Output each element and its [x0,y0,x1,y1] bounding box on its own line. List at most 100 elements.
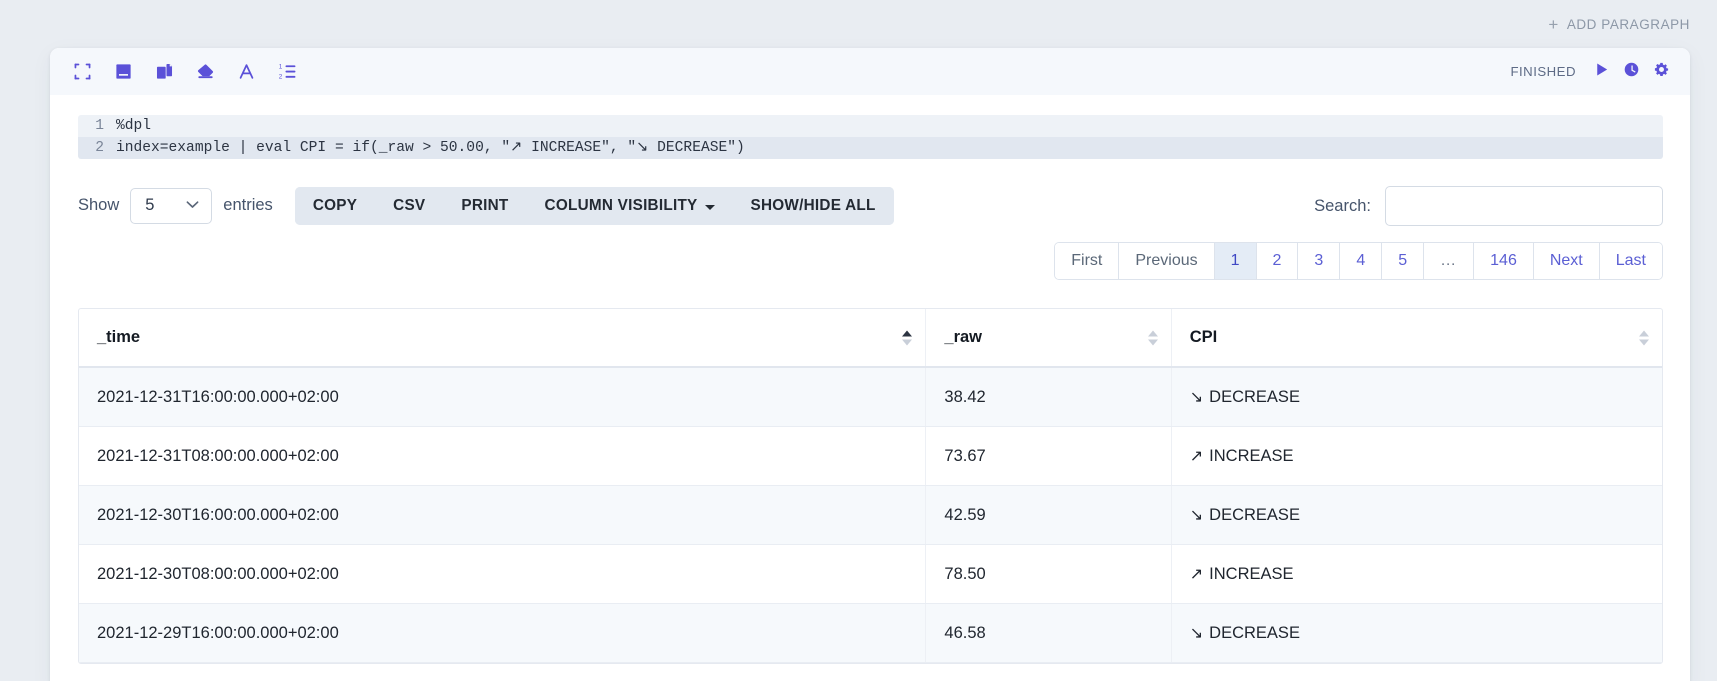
column-header-cpi[interactable]: CPI [1170,309,1662,368]
pagination-item-2[interactable]: 2 [1256,243,1299,279]
schedule-button[interactable] [1623,61,1640,83]
add-paragraph-button[interactable]: + ADD PARAGRAPH [1548,16,1690,33]
ordered-list-icon-button[interactable]: 1 2 [272,56,303,87]
table-button-copy[interactable]: COPY [294,187,376,225]
status-badge: FINISHED [1510,64,1576,79]
clock-icon [1623,61,1640,83]
arrow-down-right-icon: ↘ [1189,625,1204,642]
column-header-raw[interactable]: _raw [925,309,1172,368]
table-button-label: COLUMN VISIBILITY [544,197,698,214]
pagination-item-last[interactable]: Last [1599,243,1662,279]
line-number: 2 [95,140,104,156]
cell-raw: 38.42 [925,367,1172,427]
results-table: _time _raw CPI 2021-12-31T16:00:00.000+0… [79,309,1662,663]
cpi-label: INCREASE [1209,565,1294,583]
pagination-item-: … [1424,243,1475,279]
table-button-column-visibility[interactable]: COLUMN VISIBILITY [526,187,733,225]
plus-icon: + [1548,14,1559,34]
cell-cpi: ↘ DECREASE [1170,603,1662,663]
table-row: 2021-12-31T08:00:00.000+02:00 73.67 ↗ INCRE… [79,426,1662,486]
paragraph-status-group: FINISHED [1510,61,1670,83]
book-icon [114,62,133,81]
play-icon [1593,61,1610,83]
svg-text:1: 1 [279,64,283,71]
code-text: %dpl [116,118,152,134]
table-button-label: COPY [312,197,358,214]
table-button-show-hide-all[interactable]: SHOW/HIDE ALL [732,187,894,225]
cpi-label: DECREASE [1209,506,1300,524]
run-paragraph-button[interactable] [1593,61,1610,83]
cell-raw: 73.67 [925,426,1172,486]
table-button-label: CSV [393,197,426,214]
table-header-row: _time _raw CPI [79,309,1662,368]
pagination-item-146[interactable]: 146 [1474,243,1534,279]
code-text: index=example | eval CPI = if(_raw > 50.… [116,140,745,156]
sort-ascending-icon [902,330,913,345]
search-input[interactable] [1385,186,1663,226]
ordered-list-icon: 1 2 [278,62,297,81]
add-paragraph-label: ADD PARAGRAPH [1566,16,1690,32]
copy-icon-button[interactable] [149,56,180,87]
cell-cpi: ↗ INCREASE [1170,426,1662,486]
cell-raw: 42.59 [925,485,1172,545]
table-button-label: SHOW/HIDE ALL [750,197,876,214]
code-line[interactable]: 2 index=example | eval CPI = if(_raw > 5… [78,137,1663,159]
table-row: 2021-12-29T16:00:00.000+02:00 46.58 ↘ DECRE… [79,603,1662,663]
table-export-buttons: COPY CSV PRINT COLUMN VISIBILITY SHOW/HIDE A… [294,187,894,225]
code-editor[interactable]: 1 %dpl 2 index=example | eval CPI = if(_… [78,115,1663,159]
table-row: 2021-12-31T16:00:00.000+02:00 38.42 ↘ DECRE… [79,367,1662,427]
pagination-item-first[interactable]: First [1055,243,1120,279]
column-header-time-label: _time [97,328,141,346]
arrow-down-right-icon: ↘ [1189,507,1204,524]
table-controls: Show 5102550100 entries COPY CSV PRINT COLU… [78,186,1663,226]
cell-time: 2021-12-31T16:00:00.000+02:00 [79,367,926,427]
pagination-item-5[interactable]: 5 [1382,243,1425,279]
pagination-item-previous[interactable]: Previous [1119,243,1215,279]
book-icon-button[interactable] [108,56,139,87]
cpi-label: DECREASE [1209,624,1300,642]
column-header-raw-label: _raw [944,328,983,346]
table-head: _time _raw CPI [79,309,1662,368]
table-button-print[interactable]: PRINT [443,187,527,225]
font-icon-button[interactable] [231,56,262,87]
show-label: Show [78,196,120,215]
cpi-label: DECREASE [1209,388,1300,406]
cell-time: 2021-12-30T16:00:00.000+02:00 [79,485,926,545]
search-group: Search: [1314,186,1663,226]
eraser-icon [196,62,215,81]
table-body: 2021-12-31T16:00:00.000+02:00 38.42 ↘ DECRE… [79,367,1662,663]
pagination-row: First Previous 1 2 3 4 5… 146 Next Last [78,242,1663,280]
cell-cpi: ↗ INCREASE [1170,544,1662,604]
pagination-item-3[interactable]: 3 [1298,243,1341,279]
cell-time: 2021-12-30T08:00:00.000+02:00 [79,544,926,604]
cell-time: 2021-12-29T16:00:00.000+02:00 [79,603,926,663]
gear-icon [1653,61,1670,83]
pagination-item-1[interactable]: 1 [1214,243,1257,279]
table-button-csv[interactable]: CSV [375,187,444,225]
caret-down-icon [704,204,715,210]
collapse-icon [73,62,92,81]
table-row: 2021-12-30T08:00:00.000+02:00 78.50 ↗ INCRE… [79,544,1662,604]
cell-cpi: ↘ DECREASE [1170,485,1662,545]
page-length-select[interactable]: 5102550100 [130,188,213,224]
pagination-item-next[interactable]: Next [1533,243,1600,279]
arrow-up-right-icon: ↗ [1189,566,1204,583]
code-line[interactable]: 1 %dpl [78,115,1663,137]
sort-none-icon [1639,330,1649,345]
collapse-icon-button[interactable] [67,56,98,87]
svg-text:2: 2 [279,74,283,81]
pagination-item-4[interactable]: 4 [1340,243,1383,279]
cell-cpi: ↘ DECREASE [1170,367,1662,427]
notebook-paragraph-card: 1 2 FINISHED 1 %dpl 2 index=example | ev… [50,48,1690,681]
eraser-icon-button[interactable] [190,56,221,87]
column-header-cpi-label: CPI [1189,328,1218,346]
pagination: First Previous 1 2 3 4 5… 146 Next Last [1054,242,1663,280]
column-header-time[interactable]: _time [79,309,926,368]
line-number: 1 [95,118,104,134]
settings-button[interactable] [1653,61,1670,83]
cell-raw: 78.50 [925,544,1172,604]
cell-raw: 46.58 [925,603,1172,663]
paragraph-tool-group: 1 2 [67,56,303,87]
arrow-up-right-icon: ↗ [1189,448,1204,465]
table-row: 2021-12-30T16:00:00.000+02:00 42.59 ↘ DECRE… [79,485,1662,545]
